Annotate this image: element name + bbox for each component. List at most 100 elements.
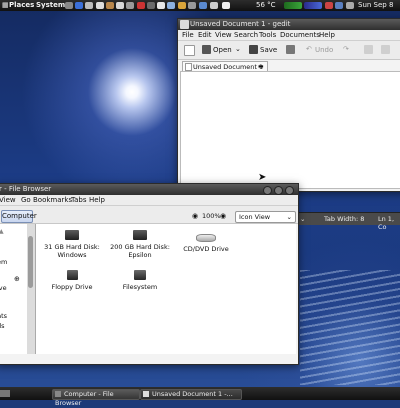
tab-unsaved-document[interactable]: Unsaved Document 1 ▬ bbox=[182, 61, 268, 71]
save-icon[interactable] bbox=[249, 45, 258, 54]
location-button-computer[interactable]: Computer bbox=[1, 210, 37, 223]
menu-search[interactable]: Search bbox=[234, 31, 258, 39]
open-dropdown-chevron-icon[interactable]: ⌄ bbox=[235, 45, 241, 53]
sidebar-item-downloads[interactable]: ds bbox=[0, 322, 5, 330]
notification-icon[interactable] bbox=[325, 2, 333, 9]
minimize-icon[interactable] bbox=[263, 186, 272, 195]
tab-label: Unsaved Document 1 bbox=[193, 63, 264, 71]
temperature-readout: 56 °C bbox=[256, 1, 276, 9]
places-menu[interactable]: Places bbox=[9, 1, 34, 9]
close-icon[interactable] bbox=[285, 186, 294, 195]
zoom-level: 100% bbox=[202, 212, 221, 220]
menu-documents[interactable]: Documents bbox=[280, 31, 320, 39]
tools-icon[interactable] bbox=[106, 2, 114, 9]
optical-disc-icon bbox=[196, 234, 216, 242]
sidebar-scroll-arrow-icon[interactable]: ▲ bbox=[0, 228, 4, 235]
gedit-menubar: File Edit View Search Tools Documents He… bbox=[178, 30, 400, 41]
gedit-window: Unsaved Document 1 - gedit File Edit Vie… bbox=[177, 18, 400, 192]
print-icon[interactable] bbox=[286, 45, 295, 54]
file-browser-window: r - File Browser View Go Bookmarks Tabs … bbox=[0, 183, 299, 365]
device-epsilon-disk[interactable]: 200 GB Hard Disk: Epsilon bbox=[104, 230, 176, 259]
menu-help[interactable]: Help bbox=[89, 196, 105, 204]
save-button[interactable]: Save bbox=[260, 46, 277, 54]
device-floppy-drive[interactable]: Floppy Drive bbox=[36, 270, 108, 291]
network-graph bbox=[304, 2, 322, 9]
maximize-icon[interactable] bbox=[274, 186, 283, 195]
sidebar-item-filesystem[interactable]: em bbox=[0, 258, 7, 266]
view-mode-select[interactable]: Icon View ⌄ bbox=[235, 211, 296, 223]
mouse-pointer-icon: ➤ bbox=[258, 172, 267, 183]
copy-icon[interactable] bbox=[381, 45, 390, 54]
gedit-statusbar: ⌄ Tab Width: 8 Ln 1, Co bbox=[298, 212, 400, 231]
menu-bookmarks[interactable]: Bookmarks bbox=[33, 196, 72, 204]
show-desktop-icon[interactable] bbox=[0, 390, 10, 397]
system-menu[interactable]: System bbox=[36, 1, 65, 9]
browser-icon[interactable] bbox=[75, 2, 83, 9]
undo-button[interactable]: Undo bbox=[315, 46, 333, 54]
mail-icon[interactable] bbox=[85, 2, 93, 9]
text-editor-area[interactable] bbox=[180, 71, 400, 189]
app-icon[interactable] bbox=[137, 2, 145, 9]
cut-icon[interactable] bbox=[364, 45, 373, 54]
app-icon[interactable] bbox=[178, 2, 186, 9]
gedit-app-icon bbox=[180, 20, 189, 29]
icon-view-area[interactable]: 31 GB Hard Disk: Windows 200 GB Hard Dis… bbox=[36, 224, 296, 354]
music-icon[interactable] bbox=[96, 2, 104, 9]
eject-icon[interactable]: ⊕ bbox=[14, 275, 20, 283]
task-label: Unsaved Document 1 -... bbox=[152, 390, 233, 398]
taskbar-item-gedit[interactable]: Unsaved Document 1 -... bbox=[140, 389, 242, 400]
file-browser-titlebar[interactable]: r - File Browser bbox=[0, 184, 298, 195]
sidebar-scrollbar[interactable] bbox=[27, 224, 36, 354]
network-icon[interactable] bbox=[335, 2, 343, 9]
wallpaper-water-highlight bbox=[300, 270, 400, 385]
sidebar-item-drive[interactable]: ive bbox=[0, 284, 7, 292]
app-icon[interactable] bbox=[157, 2, 165, 9]
applications-menu[interactable]: ▦ bbox=[2, 1, 9, 9]
cursor-position: Ln 1, Co bbox=[378, 215, 395, 231]
undo-icon[interactable]: ↶ bbox=[306, 45, 312, 53]
sidebar: ▲ em ⊕ ive nts ds bbox=[0, 224, 28, 354]
bottom-panel: Computer - File Browser Unsaved Document… bbox=[0, 387, 400, 407]
new-document-icon[interactable] bbox=[184, 45, 195, 56]
file-browser-icon bbox=[55, 391, 61, 397]
gedit-icon bbox=[143, 391, 149, 397]
redo-icon[interactable]: ↷ bbox=[343, 45, 349, 53]
status-chevron-icon[interactable]: ⌄ bbox=[300, 215, 305, 223]
menu-view[interactable]: View bbox=[215, 31, 232, 39]
gedit-titlebar[interactable]: Unsaved Document 1 - gedit bbox=[178, 19, 400, 30]
document-icon[interactable] bbox=[116, 2, 124, 9]
app-icon[interactable] bbox=[147, 2, 155, 9]
menu-help[interactable]: Help bbox=[319, 31, 335, 39]
app-icon[interactable] bbox=[188, 2, 196, 9]
menu-view[interactable]: View bbox=[0, 196, 16, 204]
app-icon[interactable] bbox=[199, 2, 207, 9]
close-tab-icon[interactable]: ▬ bbox=[258, 63, 264, 70]
zoom-in-icon[interactable]: ◉ bbox=[220, 212, 226, 220]
chevron-down-icon: ⌄ bbox=[286, 213, 292, 221]
sidebar-item-documents[interactable]: nts bbox=[0, 312, 7, 320]
menu-tools[interactable]: Tools bbox=[259, 31, 276, 39]
device-filesystem[interactable]: Filesystem bbox=[104, 270, 176, 291]
menu-file[interactable]: File bbox=[182, 31, 194, 39]
launcher-icon[interactable] bbox=[65, 2, 73, 9]
open-button[interactable]: Open bbox=[213, 46, 232, 54]
menu-edit[interactable]: Edit bbox=[198, 31, 212, 39]
terminal-icon[interactable] bbox=[126, 2, 134, 9]
zoom-out-icon[interactable]: ◉ bbox=[192, 212, 198, 220]
menu-tabs[interactable]: Tabs bbox=[71, 196, 87, 204]
app-icon[interactable] bbox=[210, 2, 218, 9]
clock[interactable]: Sun Sep 8 bbox=[358, 1, 393, 9]
device-label: 31 GB Hard Disk: Windows bbox=[44, 243, 100, 259]
open-icon[interactable] bbox=[202, 45, 211, 54]
file-browser-menubar: View Go Bookmarks Tabs Help bbox=[0, 195, 298, 206]
device-cd-dvd-drive[interactable]: CD/DVD Drive bbox=[170, 230, 242, 253]
volume-icon[interactable] bbox=[346, 2, 354, 9]
device-windows-disk[interactable]: 31 GB Hard Disk: Windows bbox=[36, 230, 108, 259]
scrollbar-thumb[interactable] bbox=[28, 236, 33, 288]
menu-go[interactable]: Go bbox=[21, 196, 31, 204]
tab-width-selector[interactable]: Tab Width: 8 bbox=[324, 215, 364, 223]
taskbar-item-file-browser[interactable]: Computer - File Browser bbox=[52, 389, 140, 407]
gedit-toolbar: Open ⌄ Save ↶ Undo ↷ bbox=[178, 41, 400, 60]
app-icon[interactable] bbox=[222, 2, 230, 9]
app-icon[interactable] bbox=[167, 2, 175, 9]
